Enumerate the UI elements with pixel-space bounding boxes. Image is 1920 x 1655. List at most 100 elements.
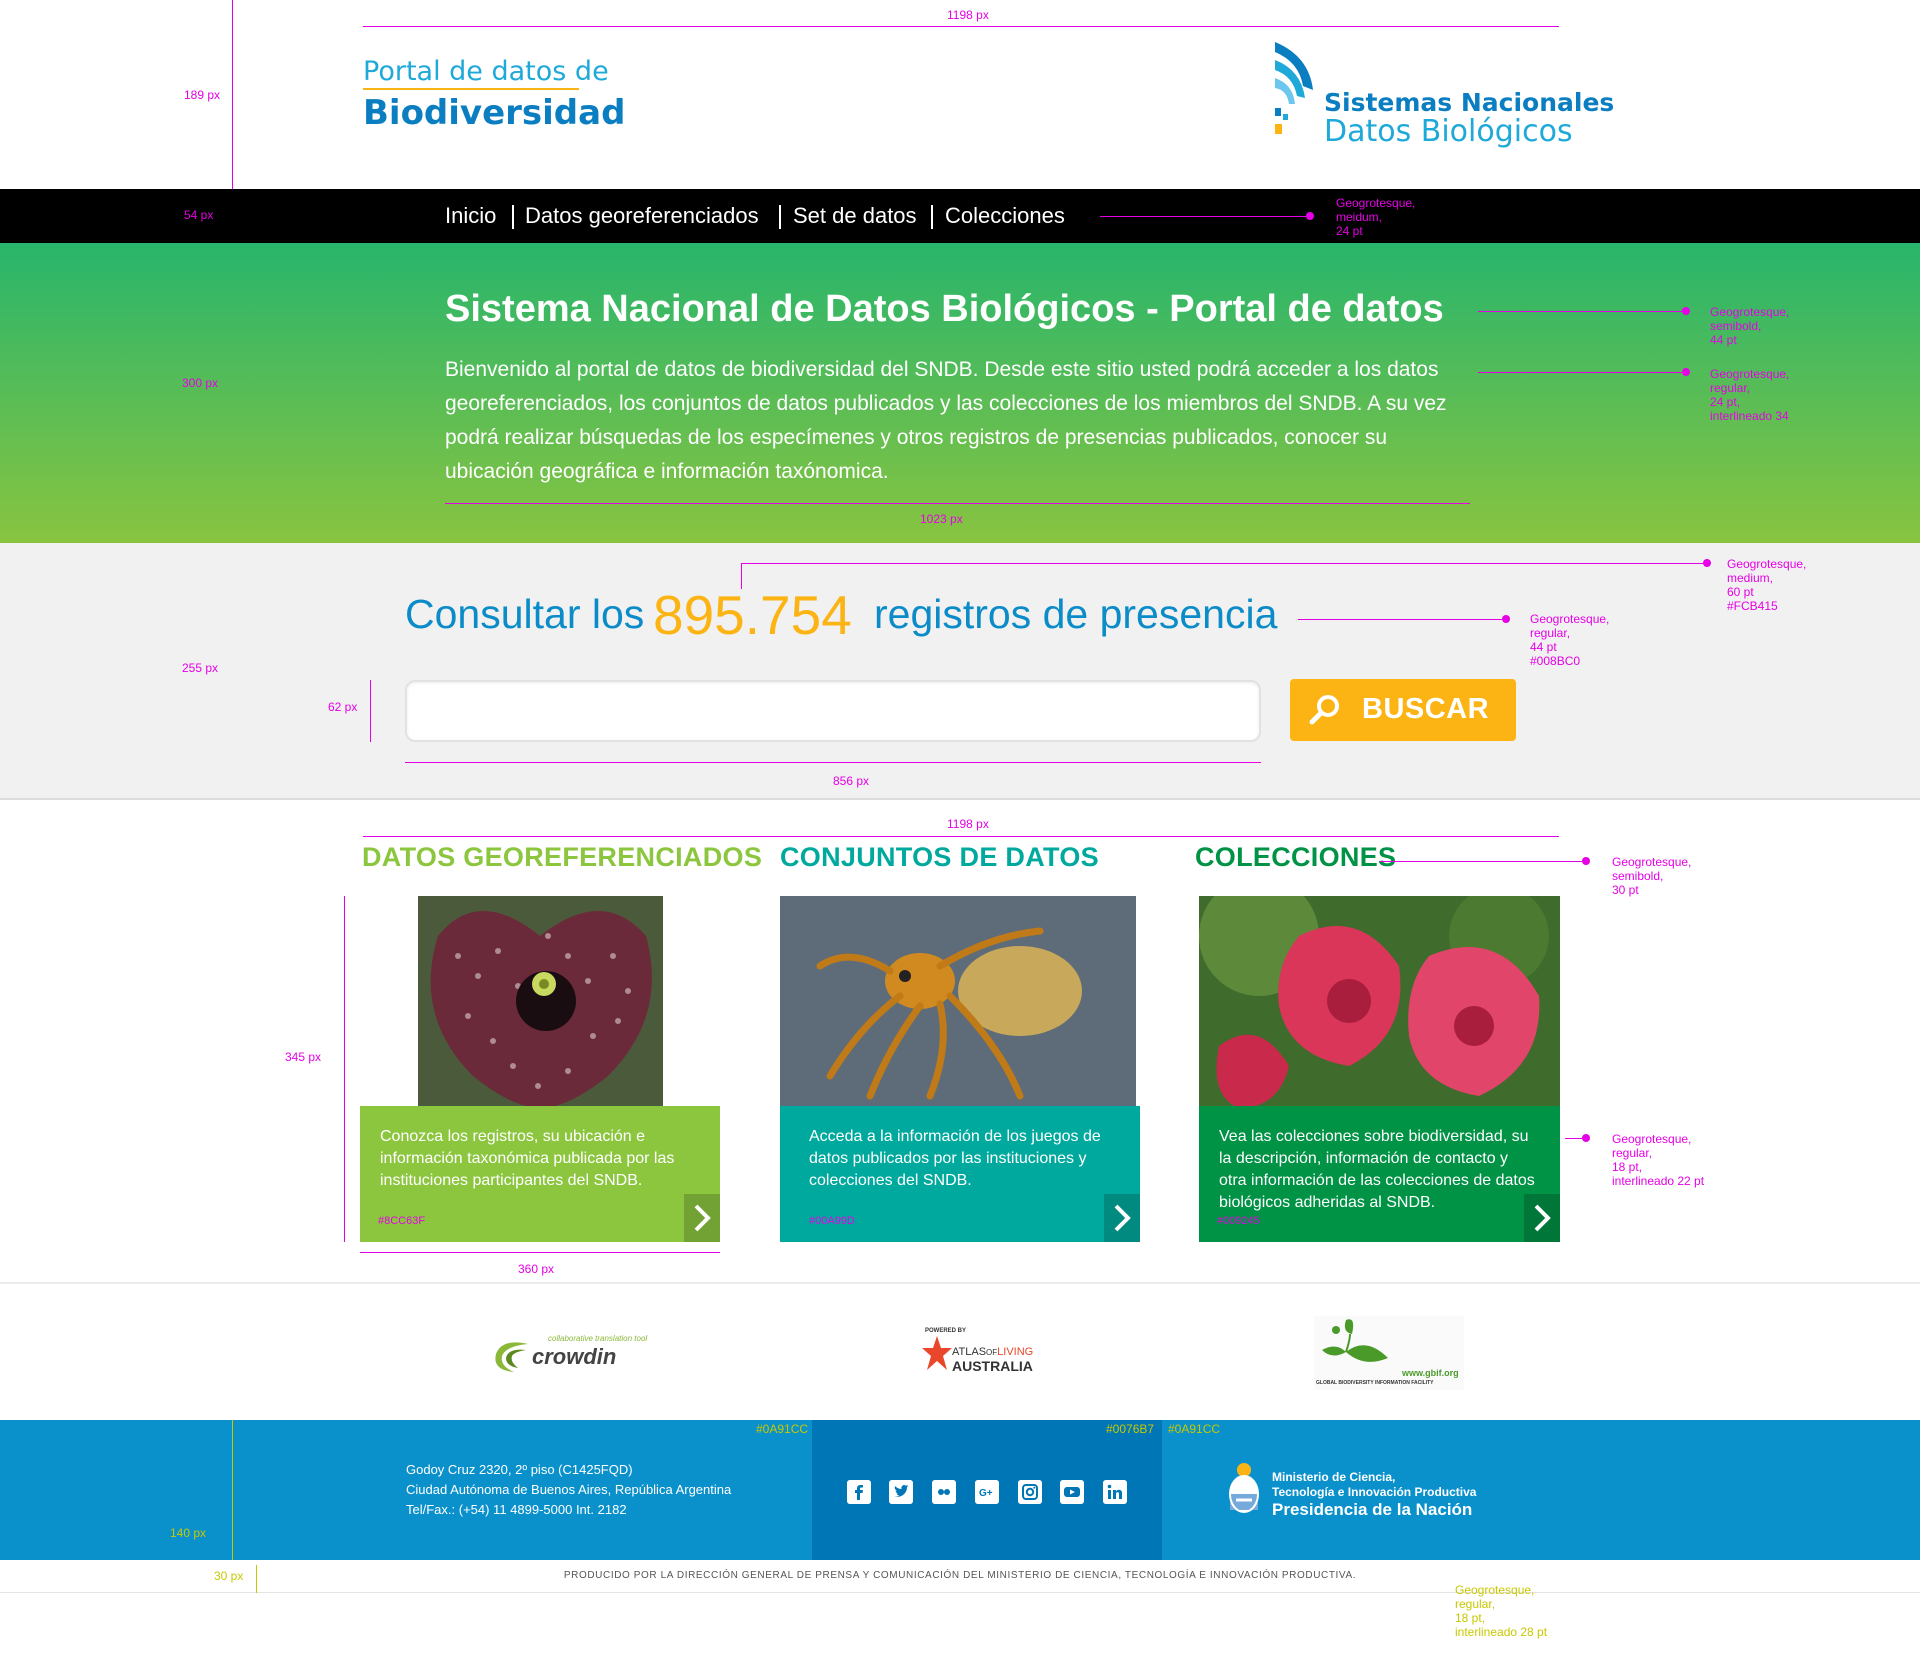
nav-item-datos-georeferenciados[interactable]: Datos georeferenciados (525, 203, 759, 229)
footer-text-annotation-3: 18 pt, (1455, 1611, 1486, 1625)
card-text-datos-georeferenciados: Conozca los registros, su ubicación e in… (380, 1128, 675, 1189)
count-annotation-vline (741, 563, 742, 589)
crowdin-wordmark: crowdin (532, 1344, 617, 1369)
brand-title-top: Portal de datos de (363, 56, 609, 87)
number-annotation-2: medium, (1727, 571, 1774, 585)
counter-annotation-3: 44 pt (1530, 640, 1557, 654)
facebook-icon[interactable] (847, 1480, 871, 1504)
number-annotation-3: 60 pt (1727, 585, 1754, 599)
hero-title: Sistema Nacional de Datos Biológicos - P… (445, 288, 1444, 330)
count-annotation-dot (1703, 559, 1711, 567)
ala-atlas: ATLAS (952, 1346, 987, 1358)
ministry-title: Ministerio de Ciencia, Tecnología e Inno… (1272, 1470, 1476, 1500)
height-annotation-card: 345 px (285, 1050, 322, 1064)
hero-title-annotation-1: Geogrotesque, (1710, 305, 1790, 319)
width-annotation-top: 1198 px (947, 8, 989, 22)
chevron-right-icon[interactable] (1524, 1194, 1560, 1242)
counter-annotation-dot (1502, 615, 1510, 623)
argentina-coat-of-arms-icon (1229, 1463, 1259, 1513)
chevron-right-icon[interactable] (1104, 1194, 1140, 1242)
height-annotation-footer: 140 px (170, 1526, 207, 1540)
crowdin-tagline: collaborative translation tool (548, 1334, 648, 1343)
instagram-icon[interactable] (1018, 1480, 1042, 1504)
spider-photo-image (780, 896, 1136, 1108)
number-annotation-4: #FCB415 (1727, 599, 1778, 613)
nav-item-set-de-datos[interactable]: Set de datos (793, 203, 917, 229)
footer-text-annotation-2: regular, (1455, 1597, 1496, 1611)
footer-address: Godoy Cruz 2320, 2º piso (C1425FQD) Ciud… (406, 1460, 731, 1520)
chevron-right-icon[interactable] (684, 1194, 720, 1242)
input-height-guide (370, 680, 371, 742)
gbif-logo[interactable]: www.gbif.org GLOBAL BIODIVERSITY INFORMA… (1314, 1316, 1464, 1390)
nav-item-colecciones[interactable]: Colecciones (945, 203, 1065, 229)
width-annotation-card: 360 px (518, 1262, 555, 1276)
search-button[interactable]: BUSCAR (1290, 679, 1516, 741)
ministry-line-3: Presidencia de la Nación (1272, 1500, 1473, 1519)
height-annotation-input: 62 px (328, 700, 358, 714)
youtube-icon[interactable] (1060, 1480, 1084, 1504)
address-line-2: Ciudad Autónoma de Buenos Aires, Repúbli… (406, 1482, 732, 1497)
height-annotation-hero: 300 px (182, 376, 219, 390)
hero-desc-annotation-dot (1682, 368, 1690, 376)
input-width-guide (405, 762, 1261, 763)
search-section: Consultar los 895.754 registros de prese… (0, 543, 1920, 800)
nav-font-annotation-2: meidum, (1336, 210, 1383, 224)
nav-font-annotation-1: Geogrotesque, (1336, 196, 1416, 210)
hero-desc-annotation-3: 24 pt, (1710, 395, 1741, 409)
flickr-icon[interactable] (932, 1480, 956, 1504)
nav-font-annotation-3: 24 pt (1336, 224, 1363, 238)
hero-title-annotation-2: semibold, (1710, 319, 1762, 333)
ala-powered-by: POWERED BY (925, 1328, 967, 1334)
bottom-divider (0, 1592, 1920, 1593)
bottom-guide-line (256, 1565, 257, 1593)
card-colecciones[interactable]: Vea las colecciones sobre biodiversidad,… (1199, 1106, 1560, 1242)
section-annotation-3: 30 pt (1612, 883, 1639, 897)
hero-banner: Sistema Nacional de Datos Biológicos - P… (0, 243, 1920, 543)
search-button-label: BUSCAR (1362, 693, 1490, 725)
atlas-of-living-australia-logo[interactable]: POWERED BY ATLASOFLIVING AUSTRALIA (922, 1328, 1066, 1376)
count-suffix: registros de presencia (874, 591, 1278, 637)
card-conjuntos-de-datos[interactable]: Acceda a la información de los juegos de… (780, 1106, 1140, 1242)
count-prefix: Consultar los (405, 591, 645, 637)
footer-color-annotation-2: #0076B7 (1106, 1422, 1155, 1436)
nav-separator (512, 205, 514, 229)
section-title-datos-georeferenciados[interactable]: DATOS GEOREFERENCIADOS (362, 842, 762, 873)
counter-annotation-line (1298, 619, 1506, 620)
produced-by-text: PRODUCIDO POR LA DIRECCIÓN GENERAL DE PR… (563, 1570, 1357, 1581)
nav-item-inicio[interactable]: Inicio (445, 203, 496, 229)
section-annotation-dot (1582, 857, 1590, 865)
hero-title-annotation-3: 44 pt (1710, 333, 1737, 347)
linkedin-icon[interactable] (1103, 1480, 1127, 1504)
card-annotation-4: interlineado 22 pt (1612, 1174, 1705, 1188)
address-line-3: Tel/Fax.: (+54) 11 4899-5000 Int. 2182 (406, 1502, 627, 1517)
height-annotation-header: 189 px (184, 88, 221, 102)
search-input[interactable] (405, 680, 1261, 742)
card-height-guide (344, 896, 345, 1242)
brand-title-main[interactable]: Biodiversidad (363, 93, 625, 133)
counter-annotation-2: regular, (1530, 626, 1571, 640)
crowdin-swoosh-icon (495, 1342, 528, 1372)
count-annotation-hline (741, 563, 1707, 564)
counter-annotation-4: #008BC0 (1530, 654, 1581, 668)
footer-text-annotation-4: interlineado 28 pt (1455, 1625, 1548, 1639)
sndb-logo-icon (1275, 42, 1313, 134)
brand-underline (363, 88, 579, 90)
gbif-leaf-icon (1322, 1319, 1388, 1362)
svg-text:G+: G+ (979, 1488, 993, 1499)
card-datos-georeferenciados[interactable]: Conozca los registros, su ubicación e in… (360, 1106, 720, 1242)
section-title-conjuntos-de-datos[interactable]: CONJUNTOS DE DATOS (780, 842, 1099, 873)
search-icon (1309, 695, 1339, 725)
width-annotation-input: 856 px (833, 774, 870, 788)
google-plus-icon[interactable]: G+ (975, 1480, 999, 1504)
crowdin-logo[interactable]: collaborative translation tool crowdin (492, 1330, 664, 1378)
section-title-colecciones[interactable]: COLECCIONES (1195, 842, 1396, 873)
twitter-icon[interactable] (889, 1480, 913, 1504)
card-annotation-3: 18 pt, (1612, 1160, 1643, 1174)
card-color-label: #009245 (1217, 1215, 1260, 1227)
flower-photo-image (418, 896, 663, 1108)
section-annotation-line (1380, 861, 1586, 862)
footer-color-annotation-3: #0A91CC (1168, 1422, 1221, 1436)
footer-color-annotation-1: #0A91CC (756, 1422, 809, 1436)
width-annotation-sections: 1198 px (947, 817, 989, 831)
footer-guide-line (232, 1420, 233, 1560)
